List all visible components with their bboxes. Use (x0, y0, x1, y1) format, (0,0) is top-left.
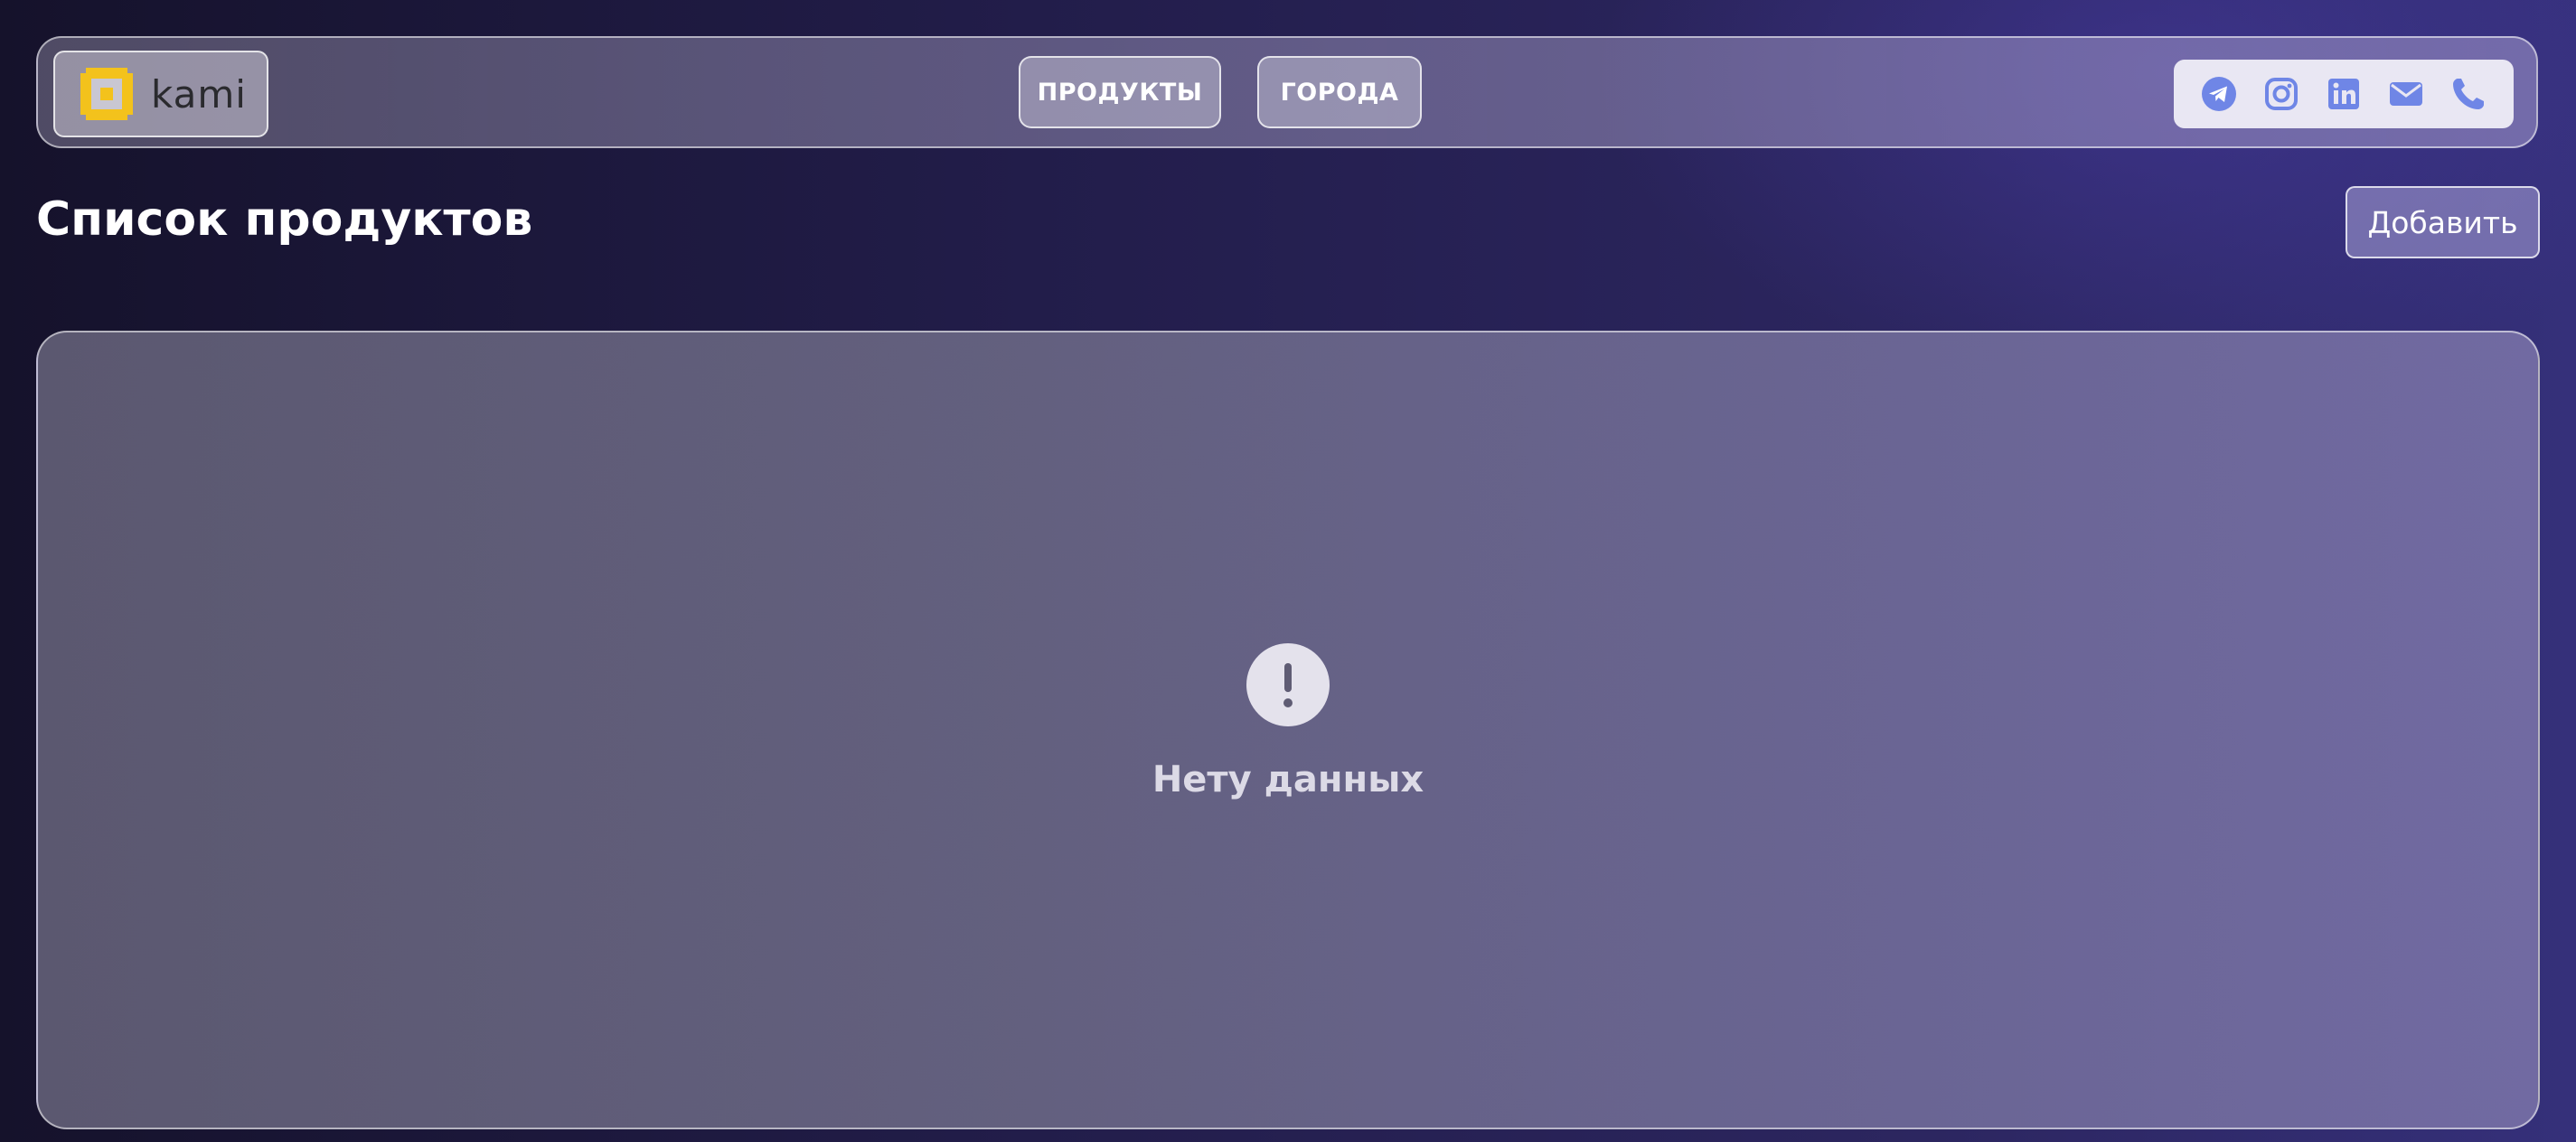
linkedin-icon[interactable] (2324, 74, 2364, 114)
telegram-icon[interactable] (2199, 74, 2239, 114)
add-button[interactable]: Добавить (2346, 186, 2540, 258)
products-list-panel: Нету данных (36, 331, 2540, 1129)
nav-cities-button[interactable]: ГОРОДА (1257, 56, 1422, 128)
nav-products-button[interactable]: ПРОДУКТЫ (1019, 56, 1221, 128)
logo-link[interactable]: kami (53, 51, 268, 137)
page-title: Список продуктов (36, 192, 533, 247)
instagram-icon[interactable] (2261, 74, 2301, 114)
empty-state-message: Нету данных (1152, 759, 1424, 800)
phone-icon[interactable] (2449, 74, 2488, 114)
logo-text: kami (151, 71, 247, 117)
exclamation-icon (1246, 643, 1330, 726)
empty-state: Нету данных (38, 643, 2538, 800)
top-navbar: kami ПРОДУКТЫ ГОРОДА (36, 36, 2538, 148)
kami-logo-icon (80, 68, 133, 120)
email-icon[interactable] (2386, 74, 2426, 114)
social-links (2174, 60, 2514, 128)
